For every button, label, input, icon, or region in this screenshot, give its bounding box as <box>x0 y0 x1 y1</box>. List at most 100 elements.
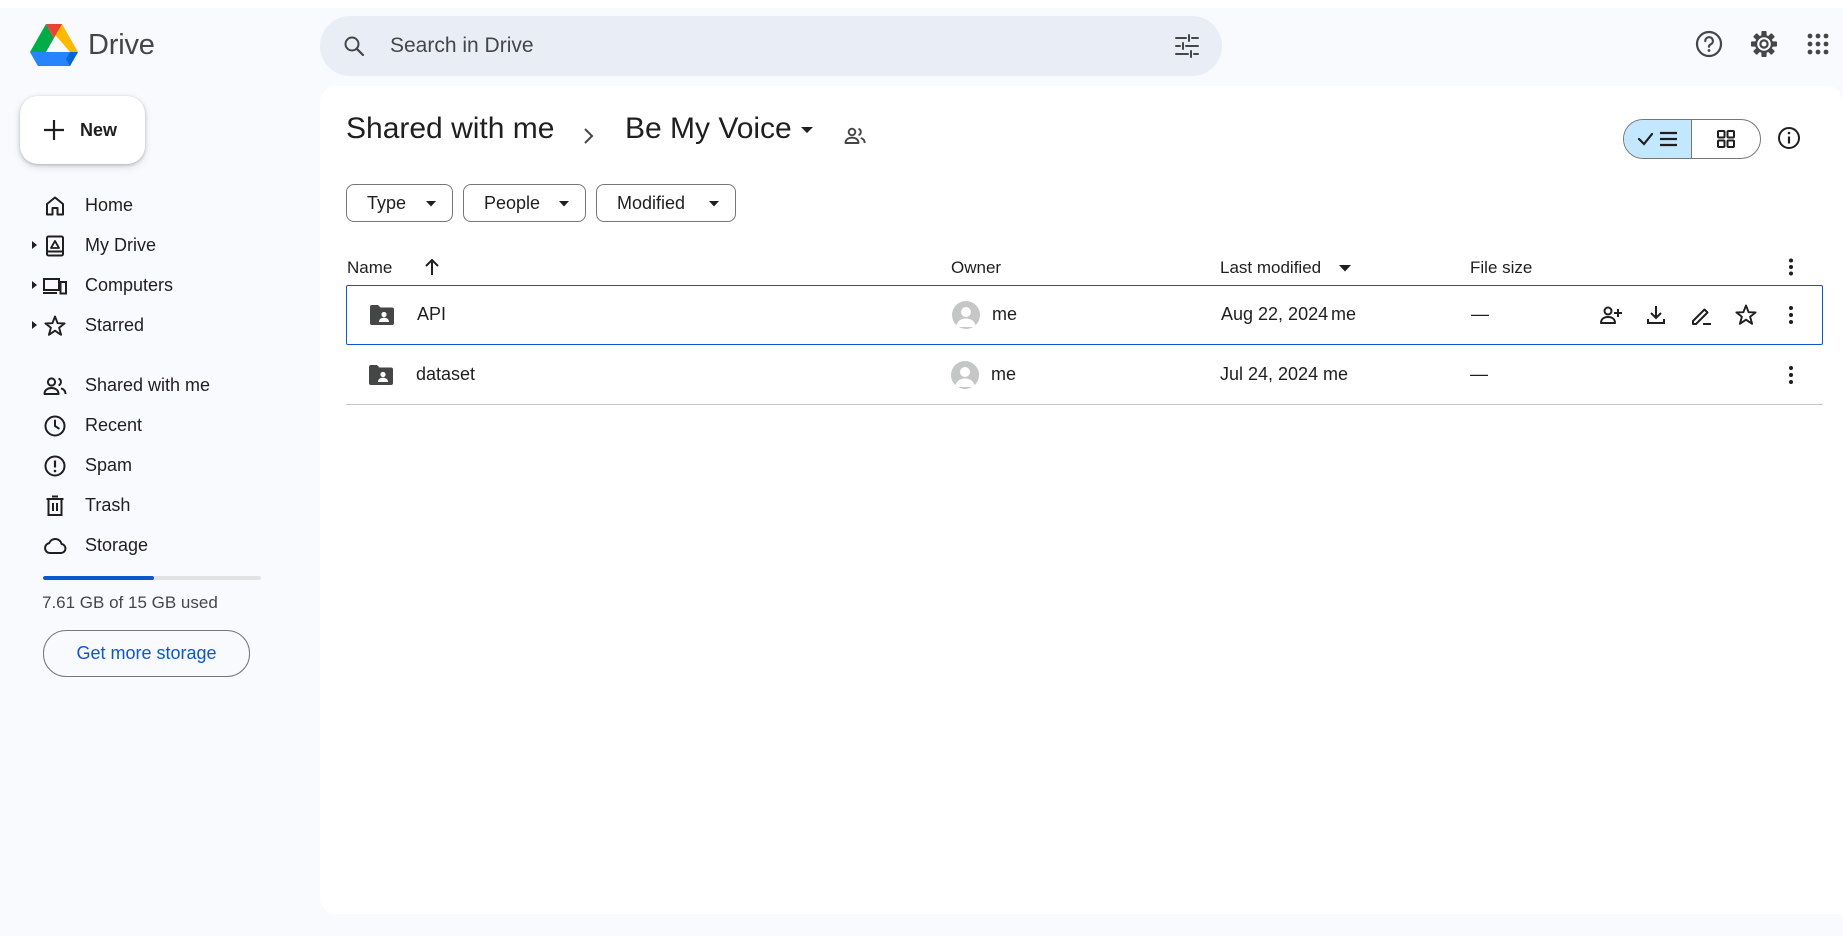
search-options-icon[interactable] <box>1174 34 1200 58</box>
gear-icon <box>1751 31 1777 57</box>
filter-label: People <box>484 192 541 213</box>
my-drive-icon <box>46 235 64 257</box>
sort-ascending-icon[interactable] <box>422 257 442 277</box>
column-header-name[interactable]: Name <box>347 258 392 278</box>
sidebar-item-trash[interactable]: Trash <box>0 485 320 525</box>
caret-down-icon[interactable] <box>800 126 814 134</box>
drive-logo[interactable]: Drive <box>30 24 155 66</box>
table-row[interactable]: dataset me Jul 24, 2024 me — <box>346 345 1823 405</box>
sidebar-item-home[interactable]: Home <box>0 185 320 225</box>
shared-folder-icon <box>370 305 394 325</box>
column-header-last-modified[interactable]: Last modified <box>1220 258 1321 278</box>
modified-by: me <box>1331 304 1357 324</box>
expand-arrow-icon[interactable] <box>31 240 39 250</box>
filter-people[interactable]: People <box>463 184 586 222</box>
drive-app: Drive Search in Drive New Home My Drive … <box>0 8 1843 936</box>
sidebar-item-label: My Drive <box>85 235 156 255</box>
modified-by: me <box>1323 364 1349 384</box>
filter-label: Modified <box>617 192 686 213</box>
people-icon <box>43 377 67 395</box>
sidebar-item-label: Computers <box>85 275 174 295</box>
cloud-icon <box>44 537 67 554</box>
help-button[interactable] <box>1693 28 1725 60</box>
shared-folder-icon <box>369 365 393 385</box>
drive-logo-icon <box>30 24 78 66</box>
info-icon[interactable] <box>1777 126 1801 150</box>
sidebar-item-label: Trash <box>85 495 131 515</box>
clock-icon <box>44 415 66 437</box>
apps-grid-icon <box>1807 33 1829 55</box>
modified-date: Jul 24, 2024 <box>1220 364 1319 384</box>
more-vert-icon[interactable] <box>1779 363 1803 387</box>
check-list-icon <box>1637 131 1677 147</box>
shared-folder-icon <box>844 127 866 144</box>
column-header-file-size: File size <box>1470 258 1533 277</box>
sidebar-item-label: Shared with me <box>85 375 211 395</box>
breadcrumb-parent[interactable]: Shared with me <box>346 112 554 146</box>
owner-name: me <box>992 304 1018 324</box>
sidebar-item-label: Home <box>85 195 134 215</box>
sidebar-item-label: Storage <box>85 535 149 555</box>
star-icon <box>44 315 66 336</box>
search-bar <box>320 16 1222 76</box>
more-vert-icon[interactable] <box>1781 257 1801 277</box>
grid-view-button[interactable] <box>1692 120 1760 158</box>
sidebar-item-label: Starred <box>85 315 145 335</box>
storage-progress-fill <box>43 576 154 580</box>
download-icon[interactable] <box>1644 303 1668 327</box>
home-icon <box>46 196 64 216</box>
grid-view-icon <box>1717 130 1735 148</box>
file-name: API <box>417 304 447 324</box>
new-button-label: New <box>80 119 118 140</box>
apps-button[interactable] <box>1802 28 1834 60</box>
settings-button[interactable] <box>1748 28 1780 60</box>
owner-name: me <box>991 364 1017 384</box>
person-icon <box>956 307 976 327</box>
file-size: — <box>1471 304 1489 324</box>
filter-type[interactable]: Type <box>346 184 453 222</box>
avatar <box>952 301 980 329</box>
column-header-owner: Owner <box>951 258 1002 277</box>
sidebar-item-recent[interactable]: Recent <box>0 405 320 445</box>
sidebar-item-shared-with-me[interactable]: Shared with me <box>0 365 320 405</box>
caret-down-icon[interactable] <box>1339 265 1351 272</box>
filter-modified[interactable]: Modified <box>596 184 736 222</box>
avatar <box>951 361 979 389</box>
table-row[interactable]: API me Aug 22, 2024 me — <box>346 285 1823 345</box>
caret-down-icon <box>426 201 436 207</box>
sidebar-item-computers[interactable]: Computers <box>0 265 320 305</box>
breadcrumb-current[interactable]: Be My Voice <box>625 112 792 146</box>
storage-usage-text: 7.61 GB of 15 GB used <box>42 593 218 612</box>
sidebar-item-spam[interactable]: Spam <box>0 445 320 485</box>
plus-icon <box>44 120 64 140</box>
chevron-right-icon <box>584 128 594 144</box>
sidebar-item-starred[interactable]: Starred <box>0 305 320 345</box>
new-button[interactable]: New <box>20 96 145 164</box>
search-icon[interactable] <box>342 34 366 58</box>
caret-down-icon <box>709 201 719 207</box>
trash-icon <box>46 495 64 516</box>
sidebar-item-label: Recent <box>85 415 143 435</box>
sidebar-item-label: Spam <box>85 455 133 475</box>
help-icon <box>1695 30 1723 58</box>
rename-icon[interactable] <box>1689 303 1713 327</box>
expand-arrow-icon[interactable] <box>31 320 39 330</box>
star-icon[interactable] <box>1734 303 1758 327</box>
search-input[interactable] <box>390 16 1150 76</box>
person-icon <box>955 367 975 387</box>
caret-down-icon <box>559 201 569 207</box>
modified-date: Aug 22, 2024 <box>1221 304 1329 324</box>
get-more-storage-button[interactable]: Get more storage <box>43 630 250 677</box>
computers-icon <box>43 278 67 295</box>
list-view-button[interactable] <box>1624 120 1692 158</box>
share-icon[interactable] <box>1599 303 1623 327</box>
sidebar-item-my-drive[interactable]: My Drive <box>0 225 320 265</box>
expand-arrow-icon[interactable] <box>31 280 39 290</box>
more-vert-icon[interactable] <box>1779 303 1803 327</box>
sidebar-item-storage[interactable]: Storage <box>0 525 320 565</box>
app-title: Drive <box>88 28 155 61</box>
spam-icon <box>44 455 66 477</box>
file-size: — <box>1470 364 1488 384</box>
filter-label: Type <box>367 192 407 213</box>
view-toggle <box>1623 119 1761 159</box>
